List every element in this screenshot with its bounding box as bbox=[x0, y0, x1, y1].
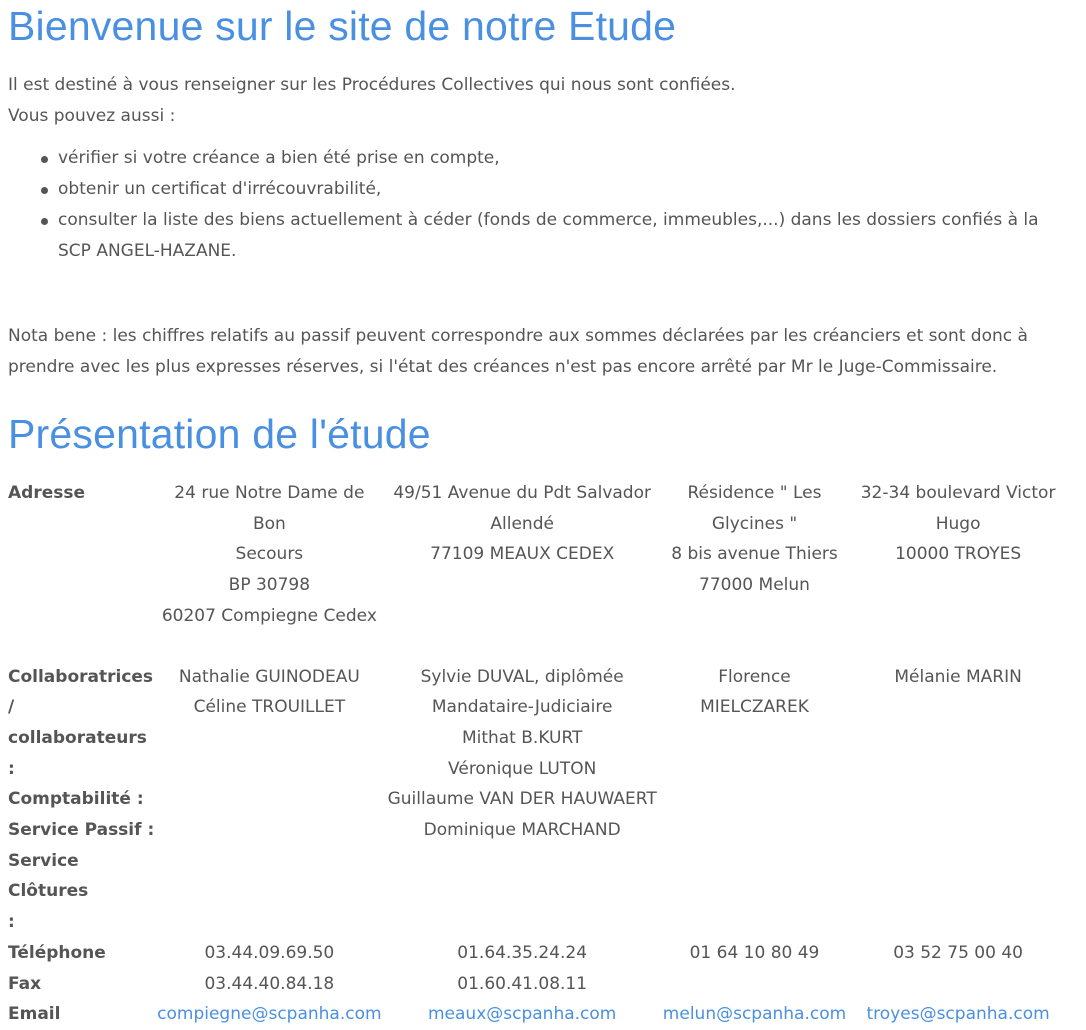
fax-label: Fax bbox=[8, 973, 42, 994]
office-fax: 03.44.40.84.18 bbox=[204, 973, 335, 994]
address-label: Adresse bbox=[8, 483, 86, 503]
email-link-compiegne[interactable]: compiegne@scpanha.com bbox=[157, 1004, 381, 1024]
office-address: Résidence " Les Glycines " 8 bis avenue … bbox=[663, 478, 846, 632]
spacer-row bbox=[8, 632, 1070, 662]
staff-name: Mithat B.KURT bbox=[461, 727, 583, 748]
list-item: consulter la liste des biens actuellemen… bbox=[38, 205, 1068, 266]
staff-name: Dominique MARCHAND bbox=[423, 820, 621, 841]
address-row: Adresse 24 rue Notre Dame de Bon Secours… bbox=[8, 478, 1070, 632]
email-link-troyes[interactable]: troyes@scpanha.com bbox=[867, 1004, 1050, 1024]
office-address: 24 rue Notre Dame de Bon Secours BP 3079… bbox=[157, 478, 381, 632]
address-line: Hugo bbox=[935, 513, 981, 534]
list-item: vérifier si votre créance a bien été pri… bbox=[38, 143, 1068, 174]
staff-name: Mélanie MARIN bbox=[894, 666, 1022, 687]
address-line: 77000 Melun bbox=[699, 575, 810, 596]
nota-bene: Nota bene : les chiffres relatifs au pas… bbox=[8, 326, 1028, 377]
office-phone: 03.44.09.69.50 bbox=[204, 942, 335, 963]
staff-name: Nathalie GUINODEAU bbox=[178, 666, 360, 687]
office-address: 49/51 Avenue du Pdt Salvador Allendé 771… bbox=[382, 478, 663, 632]
office-phone: 01.64.35.24.24 bbox=[457, 942, 588, 963]
fax-row: Fax 03.44.40.84.18 01.60.41.08.11 bbox=[8, 969, 1070, 1000]
email-label: Email bbox=[8, 1004, 61, 1025]
staff-label-line: Comptabilité : bbox=[8, 789, 144, 810]
staff-label-line: : bbox=[8, 912, 15, 933]
office-fax bbox=[846, 969, 1070, 1000]
staff-label-line: collaborateurs : bbox=[8, 727, 147, 779]
office-staff: Florence MIELCZAREK bbox=[663, 662, 846, 938]
address-line: 32-34 boulevard Victor bbox=[860, 483, 1056, 503]
address-line: 10000 TROYES bbox=[895, 544, 1022, 565]
presentation-title: Présentation de l'étude bbox=[8, 411, 431, 457]
staff-label-line: Service Clôtures bbox=[8, 850, 89, 902]
staff-row: Collaboratrices / collaborateurs : Compt… bbox=[8, 662, 1070, 938]
staff-label-line: / bbox=[8, 697, 15, 718]
staff-name: Florence MIELCZAREK bbox=[700, 666, 809, 718]
office-staff: Sylvie DUVAL, diplômée Mandataire-Judici… bbox=[382, 662, 663, 938]
email-row: Email compiegne@scpanha.com meaux@scpanh… bbox=[8, 999, 1070, 1030]
office-staff: Nathalie GUINODEAU Céline TROUILLET bbox=[157, 662, 381, 938]
office-phone: 01 64 10 80 49 bbox=[689, 942, 820, 963]
office-email-cell: troyes@scpanha.com bbox=[846, 999, 1070, 1030]
email-link-melun[interactable]: melun@scpanha.com bbox=[663, 1004, 846, 1024]
staff-label: Collaboratrices / collaborateurs : Compt… bbox=[8, 662, 157, 938]
office-address: 32-34 boulevard Victor Hugo 10000 TROYES bbox=[846, 478, 1070, 632]
welcome-title: Bienvenue sur le site de notre Etude bbox=[8, 3, 677, 49]
intro-text-1: Il est destiné à vous renseigner sur les… bbox=[8, 75, 736, 95]
office-email-cell: melun@scpanha.com bbox=[663, 999, 846, 1030]
staff-name: Véronique LUTON bbox=[448, 758, 597, 779]
staff-name: Mandataire-Judiciaire bbox=[431, 697, 613, 718]
staff-name: Sylvie DUVAL, diplômée bbox=[420, 666, 624, 687]
address-line: 49/51 Avenue du Pdt Salvador bbox=[393, 483, 651, 503]
staff-name: Céline TROUILLET bbox=[193, 697, 346, 718]
spacer bbox=[8, 632, 1070, 662]
office-fax: 01.60.41.08.11 bbox=[457, 973, 588, 994]
intro-text-2: Vous pouvez aussi : bbox=[8, 105, 176, 126]
office-fax bbox=[663, 969, 846, 1000]
office-email-cell: compiegne@scpanha.com bbox=[157, 999, 381, 1030]
office-phone: 03 52 75 00 40 bbox=[893, 942, 1023, 963]
address-line: 24 rue Notre Dame de Bon bbox=[174, 483, 365, 534]
staff-label-line: Service Passif : bbox=[8, 820, 155, 841]
address-line: Résidence " Les bbox=[687, 483, 822, 503]
address-line: 77109 MEAUX CEDEX bbox=[430, 544, 615, 565]
address-line: 8 bis avenue Thiers bbox=[671, 544, 838, 565]
email-link-meaux[interactable]: meaux@scpanha.com bbox=[428, 1004, 616, 1024]
services-list: vérifier si votre créance a bien été pri… bbox=[8, 143, 1068, 266]
address-line: Allendé bbox=[490, 513, 554, 534]
address-line: Secours bbox=[235, 544, 304, 565]
list-item: obtenir un certificat d'irrécouvrabilité… bbox=[38, 174, 1068, 205]
address-line: BP 30798 bbox=[228, 575, 311, 596]
staff-label-line: Collaboratrices bbox=[8, 666, 154, 687]
intro-block: Il est destiné à vous renseigner sur les… bbox=[8, 70, 1068, 266]
phone-label: Téléphone bbox=[8, 942, 106, 963]
staff-name: Guillaume VAN DER HAUWAERT bbox=[387, 789, 657, 810]
phone-row: Téléphone 03.44.09.69.50 01.64.35.24.24 … bbox=[8, 938, 1070, 969]
office-email-cell: meaux@scpanha.com bbox=[382, 999, 663, 1030]
offices-table: Adresse 24 rue Notre Dame de Bon Secours… bbox=[8, 478, 1070, 1030]
address-line: 60207 Compiegne Cedex bbox=[161, 605, 377, 626]
address-line: Glycines " bbox=[711, 513, 798, 534]
office-staff: Mélanie MARIN bbox=[846, 662, 1070, 938]
